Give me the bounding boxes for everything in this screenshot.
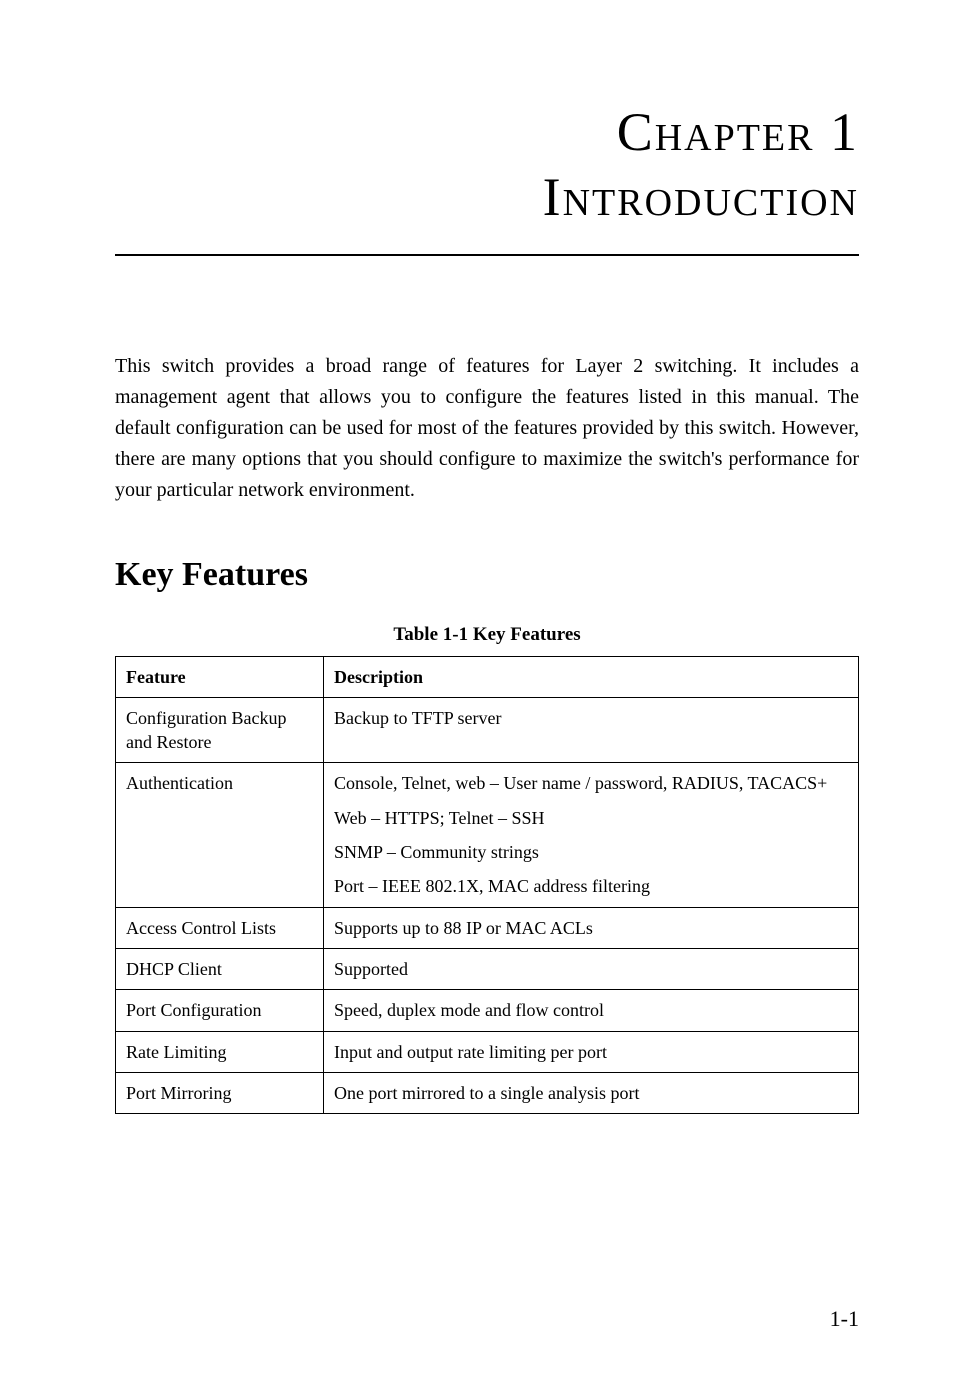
table-row: Access Control Lists Supports up to 88 I… xyxy=(116,907,859,948)
table-row: Rate Limiting Input and output rate limi… xyxy=(116,1031,859,1072)
cell-feature: DHCP Client xyxy=(116,948,324,989)
section-divider xyxy=(115,254,859,256)
auth-line: Web – HTTPS; Telnet – SSH xyxy=(334,806,848,830)
column-header-description: Description xyxy=(324,656,859,697)
table-row: Configuration Backup and Restore Backup … xyxy=(116,697,859,763)
cell-feature: Access Control Lists xyxy=(116,907,324,948)
cell-feature: Configuration Backup and Restore xyxy=(116,697,324,763)
auth-line: Port – IEEE 802.1X, MAC address filterin… xyxy=(334,874,848,898)
table-row: Port Mirroring One port mirrored to a si… xyxy=(116,1072,859,1113)
chapter-number: Chapter 1 xyxy=(115,100,859,165)
cell-description: Supported xyxy=(324,948,859,989)
cell-description: Input and output rate limiting per port xyxy=(324,1031,859,1072)
column-header-feature: Feature xyxy=(116,656,324,697)
cell-feature: Port Configuration xyxy=(116,990,324,1031)
auth-line: Console, Telnet, web – User name / passw… xyxy=(334,771,848,795)
table-row: DHCP Client Supported xyxy=(116,948,859,989)
cell-description: Supports up to 88 IP or MAC ACLs xyxy=(324,907,859,948)
cell-description: Console, Telnet, web – User name / passw… xyxy=(324,763,859,907)
cell-description: One port mirrored to a single analysis p… xyxy=(324,1072,859,1113)
cell-feature: Authentication xyxy=(116,763,324,907)
key-features-table: Feature Description Configuration Backup… xyxy=(115,656,859,1115)
table-caption: Table 1-1 Key Features xyxy=(115,624,859,646)
cell-feature: Rate Limiting xyxy=(116,1031,324,1072)
cell-description: Speed, duplex mode and flow control xyxy=(324,990,859,1031)
table-row: Authentication Console, Telnet, web – Us… xyxy=(116,763,859,907)
cell-feature: Port Mirroring xyxy=(116,1072,324,1113)
page-number: 1-1 xyxy=(830,1306,859,1332)
auth-line: SNMP – Community strings xyxy=(334,840,848,864)
cell-description: Backup to TFTP server xyxy=(324,697,859,763)
chapter-heading: Chapter 1 Introduction xyxy=(115,100,859,230)
table-row: Port Configuration Speed, duplex mode an… xyxy=(116,990,859,1031)
section-heading: Key Features xyxy=(115,556,859,594)
table-header-row: Feature Description xyxy=(116,656,859,697)
intro-paragraph: This switch provides a broad range of fe… xyxy=(115,351,859,506)
chapter-title: Introduction xyxy=(115,165,859,230)
